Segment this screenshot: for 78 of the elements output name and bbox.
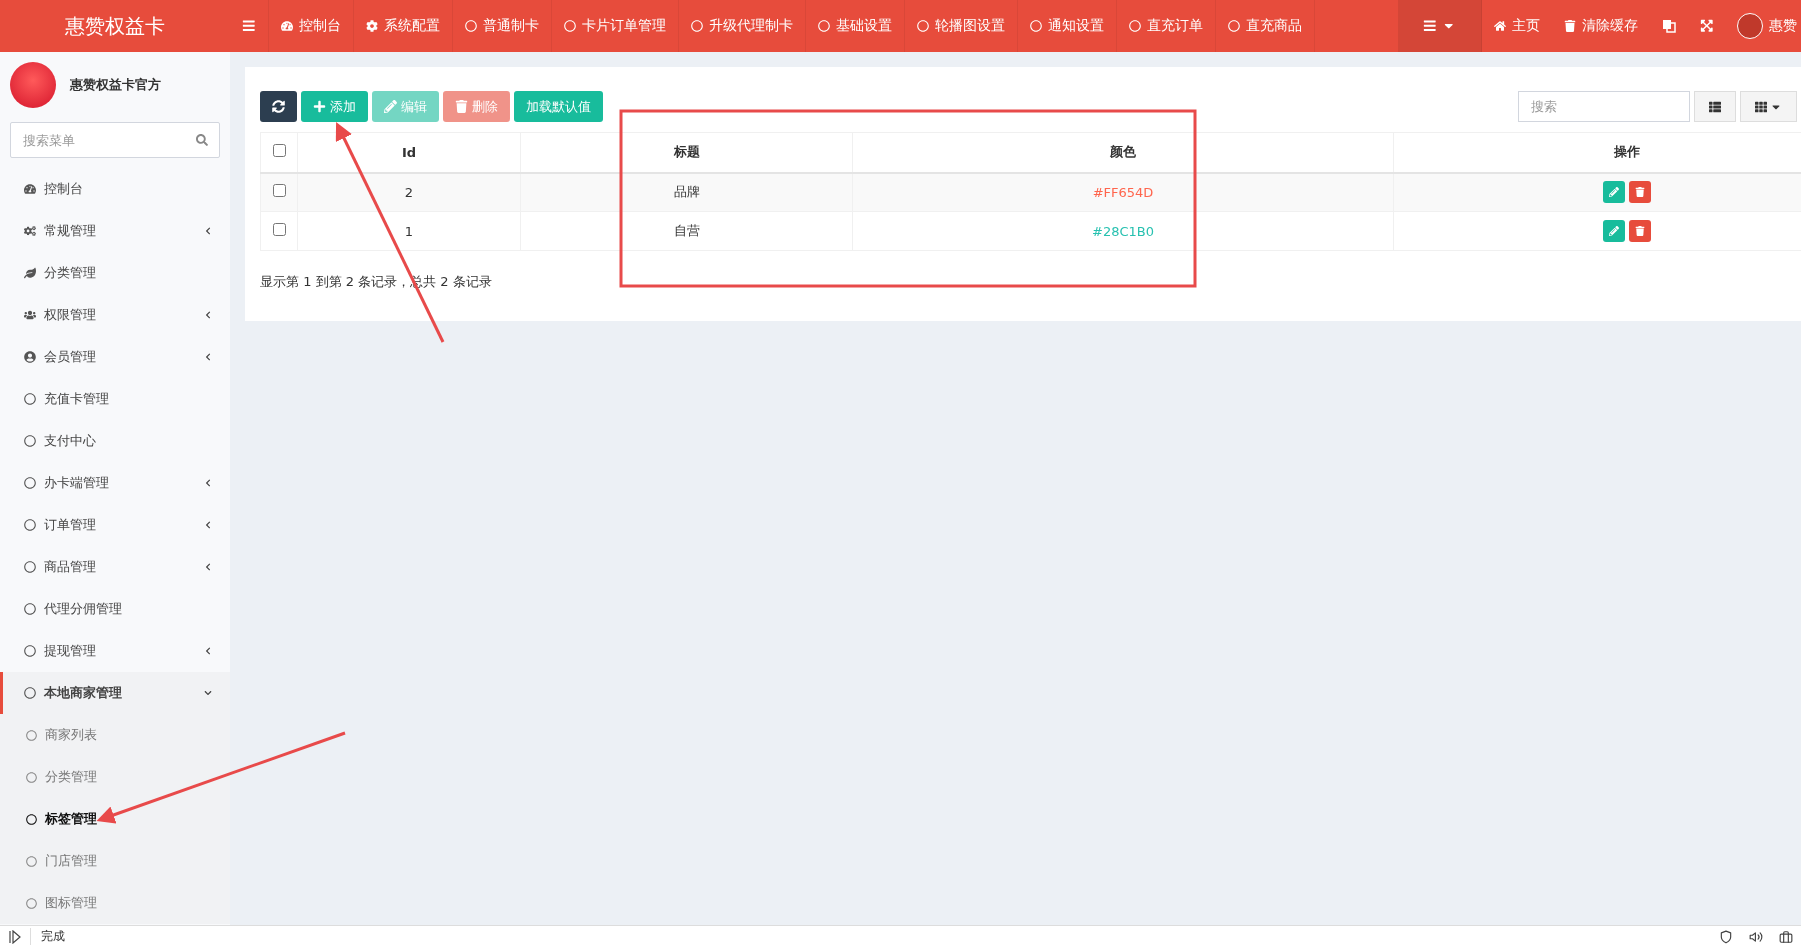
menu-item[interactable]: 本地商家管理	[0, 672, 230, 714]
users-icon	[24, 309, 36, 321]
edit-button[interactable]	[1603, 181, 1625, 204]
trash-icon	[455, 100, 468, 113]
pencil-icon	[1609, 187, 1619, 198]
refresh-button[interactable]	[260, 91, 297, 122]
menu-item[interactable]: 权限管理	[0, 294, 230, 336]
refresh-icon	[272, 100, 285, 113]
color-code: #FF654D	[1092, 184, 1154, 200]
dashboard-icon	[24, 183, 36, 195]
column-header: 标题	[520, 132, 853, 173]
menu-icon	[242, 19, 256, 33]
menu-icon	[1422, 19, 1436, 33]
card-view-button[interactable]	[1694, 91, 1736, 122]
menu-item[interactable]: 办卡端管理	[0, 462, 230, 504]
select-all-checkbox[interactable]	[272, 144, 286, 158]
dashboard-icon	[280, 20, 293, 32]
menu-item[interactable]: 分类管理	[0, 252, 230, 294]
menu-item[interactable]: 商品管理	[0, 546, 230, 588]
logo	[10, 62, 56, 108]
profile-name: 惠赞权益卡官方	[70, 76, 161, 94]
trash-icon	[1563, 20, 1576, 32]
column-header: 颜色	[852, 132, 1394, 173]
trash-icon	[1635, 187, 1645, 198]
color-code: #28C1B0	[1092, 223, 1154, 239]
user-icon	[24, 351, 36, 363]
leaf-icon	[24, 267, 36, 279]
menu-item[interactable]: 常规管理	[0, 210, 230, 252]
shield-icon	[1719, 929, 1733, 944]
user-menu[interactable]: 惠赞	[1725, 0, 1801, 52]
edit-button[interactable]	[1603, 220, 1625, 242]
nav-link[interactable]: 清除缓存	[1551, 0, 1650, 52]
panel-toggle-icon	[8, 929, 22, 944]
translate-icon	[1661, 19, 1676, 33]
submenu-item[interactable]: 门店管理	[0, 840, 230, 882]
default-button[interactable]: 加载默认值	[514, 91, 603, 122]
search-field[interactable]: 搜索菜单	[10, 122, 220, 158]
trash-icon	[1635, 226, 1645, 236]
menu-item[interactable]: 充值卡管理	[0, 378, 230, 420]
columns-button[interactable]	[1740, 91, 1797, 122]
nav-link[interactable]: 主页	[1481, 0, 1552, 52]
gears-icon	[24, 225, 36, 237]
speaker-icon	[1749, 929, 1763, 944]
pencil-icon	[384, 100, 397, 113]
grid-icon	[1755, 100, 1767, 113]
avatar	[1737, 13, 1763, 39]
search-field[interactable]: 搜索	[1518, 91, 1690, 122]
menu-item[interactable]: 支付中心	[0, 420, 230, 462]
plus-icon	[313, 100, 326, 113]
add-button[interactable]: 添加	[301, 91, 368, 122]
menu-item[interactable]: 会员管理	[0, 336, 230, 378]
column-header: Id	[297, 132, 521, 173]
submenu-item[interactable]: 标签管理	[0, 798, 230, 840]
column-header: 操作	[1393, 132, 1801, 173]
table-cell: 自营	[520, 211, 853, 251]
home-icon	[1493, 20, 1506, 32]
search-icon	[196, 134, 208, 146]
menu-dropdown-button[interactable]	[1397, 0, 1482, 52]
menu-item[interactable]: 控制台	[0, 168, 230, 210]
table-cell: 2	[297, 172, 521, 212]
fullscreen-icon	[1699, 19, 1713, 33]
table-cell: 品牌	[520, 172, 853, 212]
status-text: 完成	[30, 928, 1711, 945]
menu-item[interactable]: 代理分佣管理	[0, 588, 230, 630]
delete-button[interactable]	[1629, 181, 1651, 204]
submenu-item[interactable]: 图标管理	[0, 882, 230, 924]
briefcase-icon	[1779, 929, 1793, 944]
row-checkbox[interactable]	[272, 184, 286, 198]
pencil-icon	[1609, 226, 1619, 236]
delete-button[interactable]	[1629, 220, 1651, 242]
menu-item[interactable]: 订单管理	[0, 504, 230, 546]
list-icon	[1709, 100, 1721, 113]
submenu-item[interactable]: 商家列表	[0, 714, 230, 756]
menu-item[interactable]: 提现管理	[0, 630, 230, 672]
settings-icon	[365, 20, 378, 32]
table-cell: 1	[297, 211, 521, 251]
row-checkbox[interactable]	[272, 223, 286, 236]
submenu-item[interactable]: 分类管理	[0, 756, 230, 798]
